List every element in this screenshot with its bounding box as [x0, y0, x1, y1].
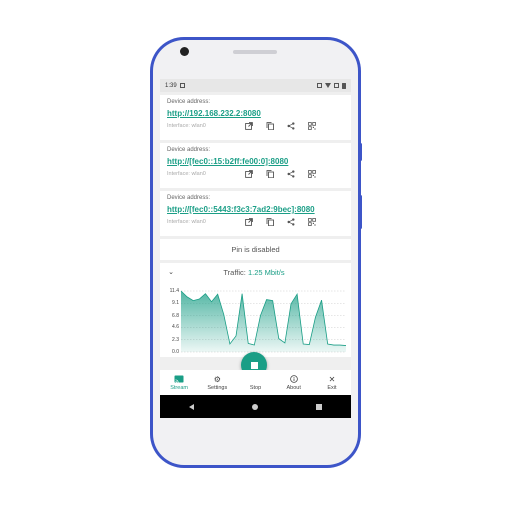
nav-stream[interactable]: Stream — [160, 370, 198, 395]
chevron-down-icon[interactable]: ⌄ — [165, 268, 177, 276]
traffic-value: 1.25 Mbit/s — [247, 267, 285, 277]
open-in-browser-icon[interactable] — [245, 170, 253, 178]
nav-about[interactable]: About — [275, 370, 313, 395]
nav-label: About — [286, 384, 301, 391]
device-address-link[interactable]: http://[fec0::15:b2ff:fe00:0]:8080 — [167, 157, 344, 166]
copy-icon[interactable] — [266, 170, 274, 178]
device-card: Device address: http://[fec0::15:b2ff:fe… — [160, 143, 351, 188]
wifi-icon — [325, 83, 331, 88]
device-address-link[interactable]: http://[fec0::5443:f3c3:7ad2:9bec]:8080 — [167, 205, 344, 214]
nav-stop[interactable]: Stop — [236, 370, 274, 395]
traffic-chart — [180, 290, 347, 353]
traffic-panel: ⌄ Traffic: 1.25 Mbit/s 11.4 9.1 6.8 4.6 2.3 0… — [160, 263, 351, 357]
open-in-browser-icon[interactable] — [245, 218, 253, 226]
nav-label: Stop — [249, 384, 262, 391]
no-sim-icon — [317, 83, 322, 88]
bottom-navigation: Stream ⚙ Settings Stop About ✕ Exit — [160, 370, 351, 395]
share-icon[interactable] — [287, 122, 295, 130]
device-address-label: Device address: — [167, 195, 211, 201]
pin-status: Pin is disabled — [160, 239, 351, 260]
traffic-title: Traffic: 1.25 Mbit/s — [177, 268, 331, 277]
nav-settings[interactable]: ⚙ Settings — [198, 370, 236, 395]
nav-label: Settings — [207, 384, 228, 391]
copy-icon[interactable] — [266, 122, 274, 130]
nav-label: Exit — [327, 384, 337, 391]
device-interface: Interface: wlan0 — [167, 123, 206, 129]
front-camera — [180, 47, 189, 56]
power-button — [359, 143, 362, 161]
qr-code-icon[interactable] — [308, 170, 316, 178]
share-icon[interactable] — [287, 170, 295, 178]
signal-icon — [334, 83, 339, 88]
stop-icon — [250, 361, 258, 369]
copy-icon[interactable] — [266, 218, 274, 226]
battery-icon — [342, 82, 346, 89]
gear-icon: ⚙ — [213, 374, 221, 384]
device-card: Device address: http://[fec0::5443:f3c3:… — [160, 191, 351, 236]
device-interface: Interface: wlan0 — [167, 219, 206, 225]
home-icon[interactable] — [252, 403, 258, 410]
system-navigation-bar — [160, 395, 351, 418]
device-address-label: Device address: — [167, 147, 211, 153]
qr-code-icon[interactable] — [308, 218, 316, 226]
cast-icon — [174, 375, 184, 383]
share-icon[interactable] — [287, 218, 295, 226]
notification-icon — [179, 83, 185, 88]
nav-label: Stream — [170, 384, 188, 391]
status-time: 1:39 — [165, 82, 177, 89]
earpiece-speaker — [233, 50, 277, 54]
nav-exit[interactable]: ✕ Exit — [313, 370, 351, 395]
device-card: Device address: http://192.168.232.2:808… — [160, 95, 351, 140]
device-address-link[interactable]: http://192.168.232.2:8080 — [167, 109, 344, 118]
back-icon[interactable] — [189, 403, 194, 410]
app-screen: 1:39 Device address: http://192.168.232.… — [160, 79, 351, 418]
recents-icon[interactable] — [316, 403, 322, 410]
status-bar: 1:39 — [160, 79, 351, 92]
open-in-browser-icon[interactable] — [245, 122, 253, 130]
info-icon — [289, 375, 298, 383]
qr-code-icon[interactable] — [308, 122, 316, 130]
device-interface: Interface: wlan0 — [167, 171, 206, 177]
traffic-label: Traffic: — [223, 267, 246, 277]
volume-button — [359, 195, 362, 229]
close-icon: ✕ — [328, 374, 336, 384]
device-address-label: Device address: — [167, 99, 211, 105]
